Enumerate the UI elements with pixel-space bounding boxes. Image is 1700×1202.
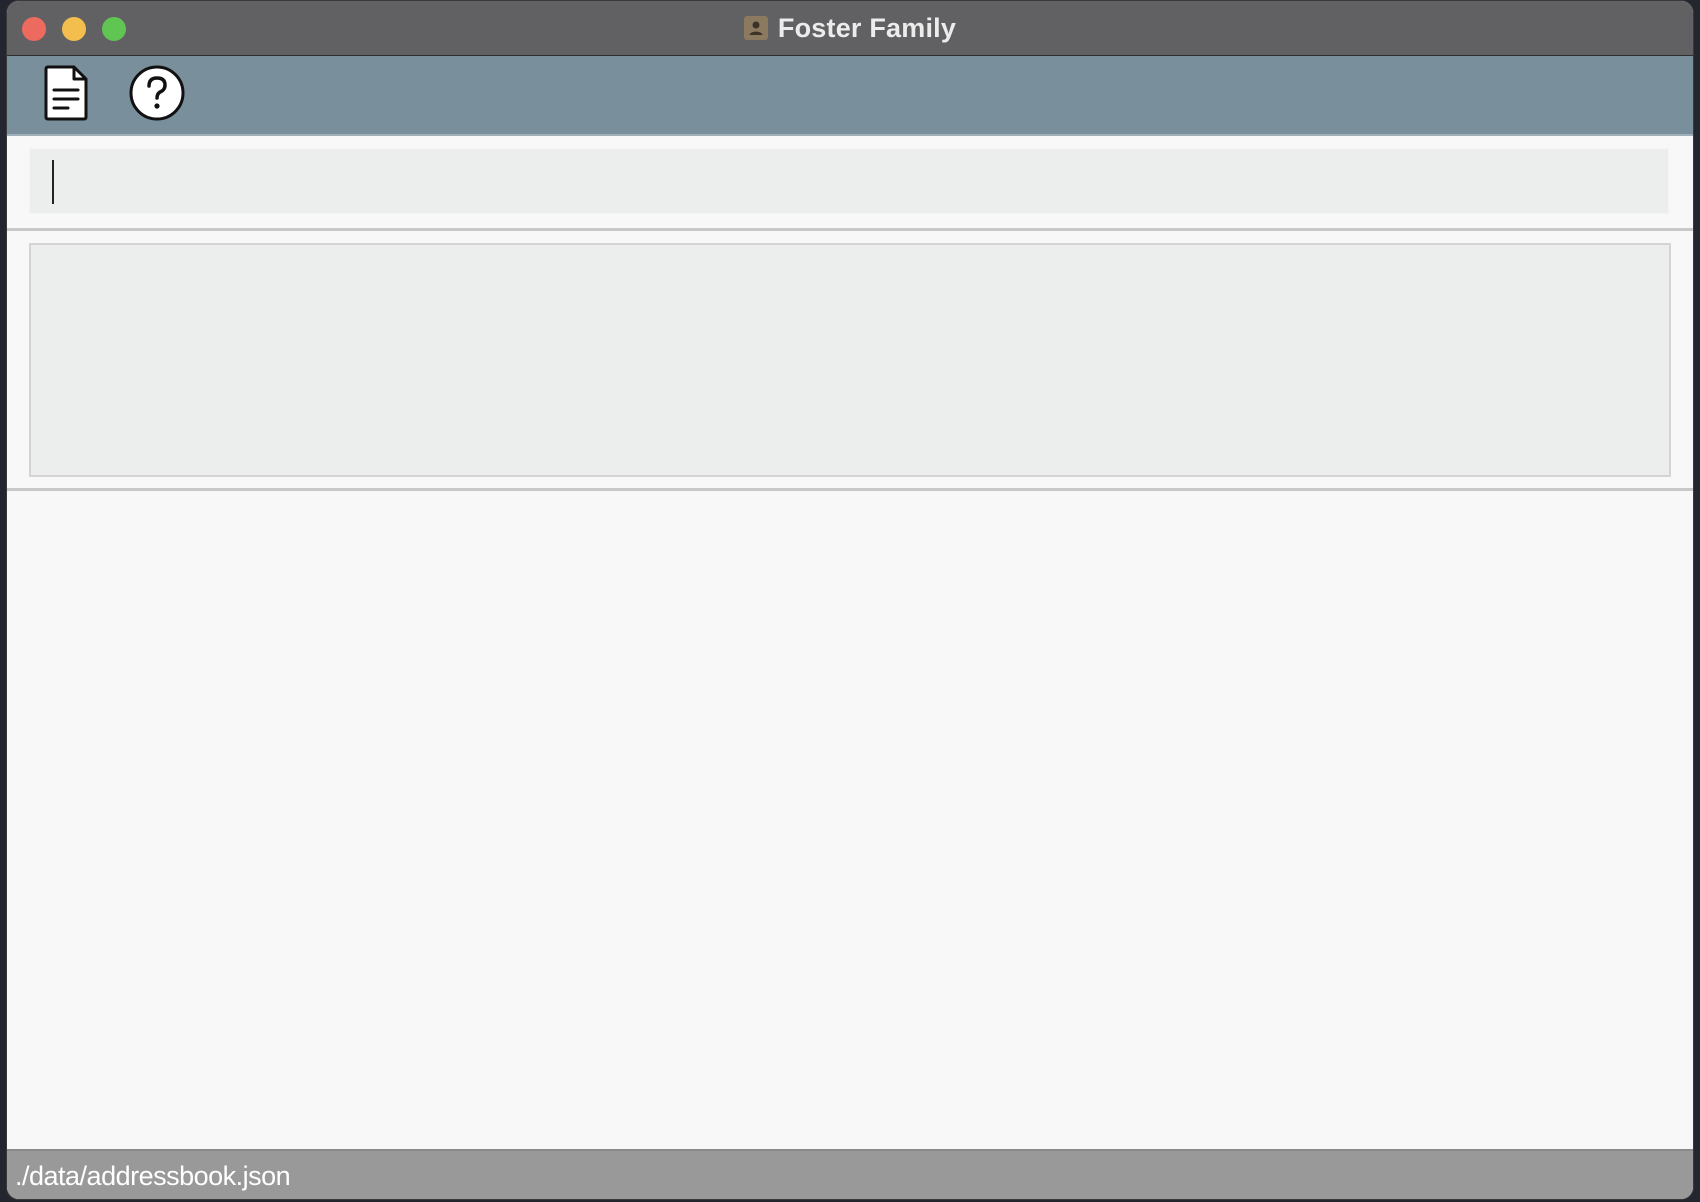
window-title: Foster Family	[777, 12, 957, 43]
command-box[interactable]	[29, 148, 1669, 214]
save-file-path: ./data/addressbook.json	[15, 1161, 291, 1191]
menu-toolbar	[7, 56, 1693, 136]
help-circle-icon	[128, 64, 186, 127]
command-box-panel	[7, 136, 1693, 228]
file-menu-button[interactable]	[37, 64, 95, 127]
contacts-app-icon	[743, 16, 768, 40]
status-bar: ./data/addressbook.json	[7, 1149, 1693, 1199]
title-bar[interactable]: Foster Family	[7, 1, 1693, 56]
text-caret	[52, 160, 54, 204]
result-display	[29, 243, 1671, 477]
split-divider-top[interactable]	[7, 228, 1693, 231]
app-window: Foster Family ./data/addressbook.json	[7, 1, 1693, 1199]
window-title-group: Foster Family	[7, 1, 1693, 55]
split-divider-bottom[interactable]	[7, 488, 1693, 491]
command-input[interactable]	[30, 149, 1668, 213]
document-icon	[42, 64, 90, 127]
help-menu-button[interactable]	[128, 64, 186, 127]
person-list-panel[interactable]	[7, 492, 1693, 1147]
